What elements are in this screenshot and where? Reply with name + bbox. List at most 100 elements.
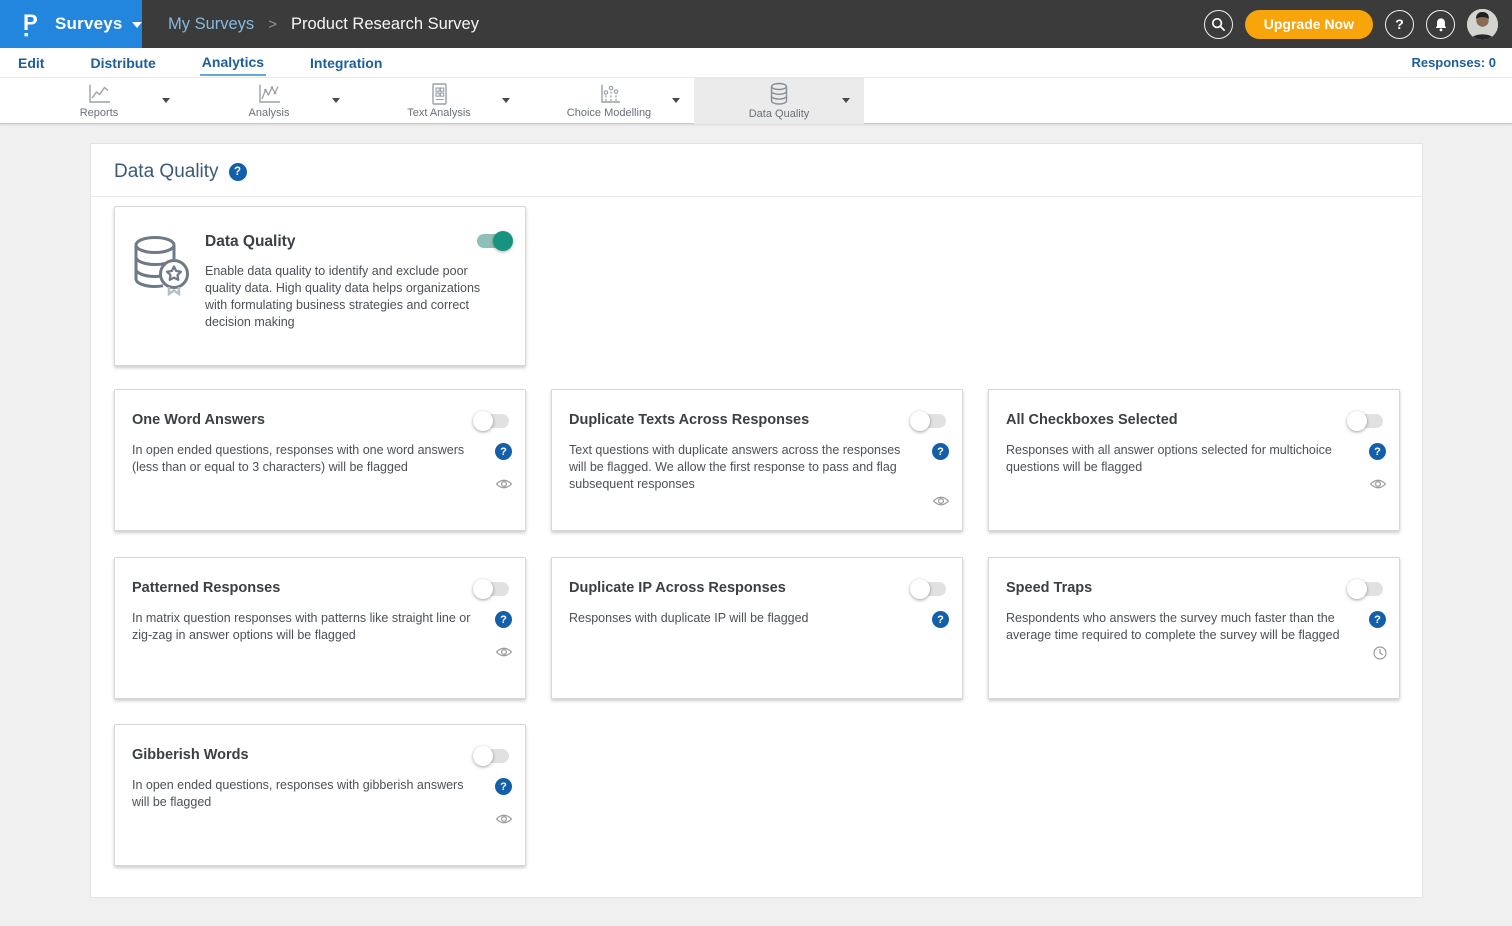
chevron-down-icon <box>332 98 340 103</box>
help-button[interactable]: ? <box>1385 10 1414 39</box>
search-button[interactable] <box>1204 10 1233 39</box>
card-title: Duplicate Texts Across Responses <box>569 412 809 428</box>
scatter-chart-icon <box>256 83 282 105</box>
data-quality-panel: Data Quality ? Data Quality Enable data … <box>90 143 1423 898</box>
user-avatar[interactable] <box>1467 9 1498 40</box>
card-description: In open ended questions, responses with … <box>132 442 484 476</box>
toggle-knob <box>473 411 493 431</box>
gibberish-words-toggle[interactable] <box>475 749 509 763</box>
card-description: In open ended questions, responses with … <box>132 777 484 811</box>
upgrade-now-button[interactable]: Upgrade Now <box>1245 10 1373 39</box>
toolbar-tab-label: Data Quality <box>749 108 810 120</box>
gibberish-words-card: Gibberish Words In open ended questions,… <box>114 724 526 866</box>
chevron-down-icon <box>162 98 170 103</box>
duplicate-ip-card: Duplicate IP Across Responses Responses … <box>551 557 963 699</box>
all-checkboxes-toggle[interactable] <box>1349 414 1383 428</box>
help-icon[interactable]: ? <box>1369 611 1386 628</box>
database-icon <box>767 82 791 106</box>
page-title: Data Quality <box>114 161 219 183</box>
survey-nav: Edit Distribute Analytics Integration Re… <box>0 48 1512 78</box>
card-description: Responses with duplicate IP will be flag… <box>569 610 921 627</box>
chevron-down-icon <box>132 22 142 28</box>
breadcrumb-separator: > <box>268 16 277 33</box>
help-icon[interactable]: ? <box>1369 443 1386 460</box>
duplicate-texts-card: Duplicate Texts Across Responses Text qu… <box>551 389 963 531</box>
nav-tab-distribute[interactable]: Distribute <box>88 50 157 75</box>
eye-icon[interactable] <box>495 646 513 658</box>
help-icon[interactable]: ? <box>932 611 949 628</box>
question-mark-icon: ? <box>1395 16 1404 32</box>
toolbar-tab-label: Analysis <box>249 107 290 119</box>
duplicate-texts-toggle[interactable] <box>912 414 946 428</box>
clock-icon[interactable] <box>1373 646 1387 660</box>
search-icon <box>1211 17 1226 32</box>
toolbar-tab-label: Choice Modelling <box>567 107 651 119</box>
one-word-answers-card: One Word Answers In open ended questions… <box>114 389 526 531</box>
database-award-icon <box>130 233 192 299</box>
card-description: Enable data quality to identify and excl… <box>205 263 490 331</box>
document-grid-icon <box>427 83 451 105</box>
all-checkboxes-card: All Checkboxes Selected Responses with a… <box>988 389 1400 531</box>
eye-icon[interactable] <box>495 478 513 490</box>
eye-icon[interactable] <box>1369 478 1387 490</box>
help-icon[interactable]: ? <box>495 443 512 460</box>
bell-icon <box>1434 17 1448 32</box>
notifications-button[interactable] <box>1426 10 1455 39</box>
svg-text:P: P <box>23 10 38 35</box>
app-switcher[interactable]: P Surveys <box>0 0 142 48</box>
responses-count: Responses: 0 <box>1411 55 1496 70</box>
nav-tab-integration[interactable]: Integration <box>308 50 384 75</box>
card-title: One Word Answers <box>132 412 265 428</box>
nav-tab-edit[interactable]: Edit <box>16 50 46 75</box>
breadcrumb-my-surveys[interactable]: My Surveys <box>168 15 254 34</box>
avatar-photo <box>1467 9 1498 40</box>
help-icon[interactable]: ? <box>932 443 949 460</box>
eye-icon[interactable] <box>932 495 950 507</box>
toggle-knob <box>910 411 930 431</box>
card-title: Patterned Responses <box>132 580 280 596</box>
toolbar-tab-label: Reports <box>80 107 119 119</box>
chevron-down-icon <box>502 98 510 103</box>
toolbar-tab-text-analysis[interactable]: Text Analysis <box>354 78 524 124</box>
page-help-icon[interactable]: ? <box>229 163 247 181</box>
toggle-knob <box>473 746 493 766</box>
speed-traps-card: Speed Traps Respondents who answers the … <box>988 557 1400 699</box>
toggle-knob <box>1347 411 1367 431</box>
toolbar-tab-choice-modelling[interactable]: Choice Modelling <box>524 78 694 124</box>
breadcrumb: My Surveys > Product Research Survey <box>168 15 479 34</box>
one-word-answers-toggle[interactable] <box>475 414 509 428</box>
card-title: Gibberish Words <box>132 747 249 763</box>
data-quality-master-card: Data Quality Enable data quality to iden… <box>114 206 526 366</box>
card-title: All Checkboxes Selected <box>1006 412 1178 428</box>
topbar-actions: Upgrade Now ? <box>1204 9 1512 40</box>
speed-traps-toggle[interactable] <box>1349 582 1383 596</box>
analytics-toolbar: Reports Analysis Text Analysis <box>0 78 1512 124</box>
dot-plot-icon <box>596 83 622 105</box>
card-title: Data Quality <box>205 233 295 251</box>
toggle-knob <box>473 579 493 599</box>
questionpro-logo-icon: P <box>20 9 46 39</box>
card-title: Duplicate IP Across Responses <box>569 580 786 596</box>
eye-icon[interactable] <box>495 813 513 825</box>
chevron-down-icon <box>672 98 680 103</box>
app-label: Surveys <box>55 14 123 34</box>
line-chart-icon <box>86 83 112 105</box>
patterned-responses-toggle[interactable] <box>475 582 509 596</box>
patterned-responses-card: Patterned Responses In matrix question r… <box>114 557 526 699</box>
card-title: Speed Traps <box>1006 580 1092 596</box>
duplicate-ip-toggle[interactable] <box>912 582 946 596</box>
chevron-down-icon <box>842 98 850 103</box>
panel-header: Data Quality ? <box>91 144 1422 197</box>
toolbar-tab-label: Text Analysis <box>407 107 471 119</box>
help-icon[interactable]: ? <box>495 611 512 628</box>
help-icon[interactable]: ? <box>495 778 512 795</box>
toggle-knob <box>910 579 930 599</box>
data-quality-toggle[interactable] <box>477 234 511 248</box>
top-bar: P Surveys My Surveys > Product Research … <box>0 0 1512 48</box>
toolbar-tab-analysis[interactable]: Analysis <box>184 78 354 124</box>
nav-tab-analytics[interactable]: Analytics <box>200 49 266 76</box>
toolbar-tab-data-quality[interactable]: Data Quality <box>694 78 864 124</box>
toggle-knob <box>1347 579 1367 599</box>
card-description: Text questions with duplicate answers ac… <box>569 442 921 493</box>
toolbar-tab-reports[interactable]: Reports <box>14 78 184 124</box>
